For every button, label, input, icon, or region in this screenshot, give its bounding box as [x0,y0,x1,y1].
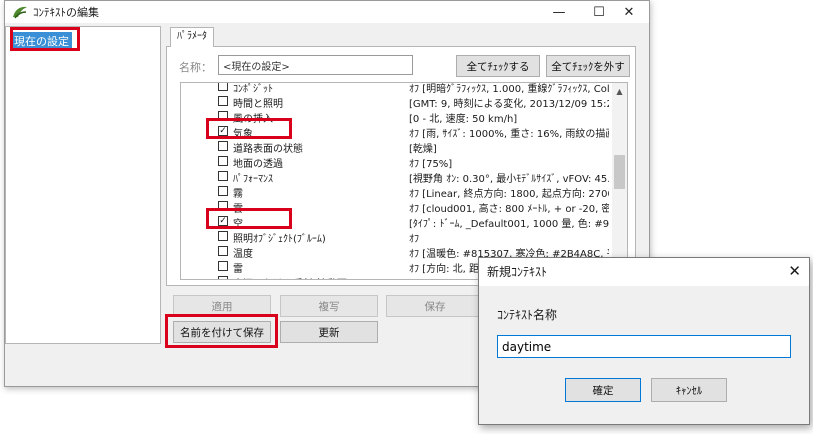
parameter-checkbox[interactable] [218,156,228,166]
window-titlebar: ｺﾝﾃｷｽﾄの編集 — ☐ ✕ [5,1,649,23]
highlight-sky [206,208,292,229]
parameter-value: [視野角 ｵﾝ: 0.30°, 最小ﾓﾃﾞﾙｻｲｽﾞ, vFOV: 45... [409,174,609,185]
parameter-checkbox[interactable] [218,261,228,271]
tab-parameters[interactable]: ﾊﾟﾗﾒｰﾀ [170,27,214,47]
parameter-label: 雷 [233,264,243,275]
parameter-value: [GMT: 9, 時刻による変化, 2013/12/09 15:24:0... [409,99,609,110]
parameter-checkbox[interactable] [218,171,228,181]
parameter-label: 水深における反射(波動面) [233,275,351,279]
parameter-label: 温度 [233,249,253,260]
parameter-row[interactable]: 霧 ｵﾌ [Linear, 終点方向: 1800, 起点方向: 2700, ... [181,184,613,200]
parameter-row[interactable]: ﾊﾟﾌｫｰﾏﾝｽ [視野角 ｵﾝ: 0.30°, 最小ﾓﾃﾞﾙｻｲｽﾞ, vFOV… [181,169,613,185]
uncheck-all-button[interactable]: 全てﾁｪｯｸを外す [546,55,630,77]
scroll-up-icon[interactable]: ▲ [612,87,627,96]
copy-button[interactable]: 複写 [280,295,378,317]
cancel-button[interactable]: ｷｬﾝｾﾙ [651,378,727,402]
parameter-value: ｵﾌ [75%] [409,159,453,170]
app-icon [13,6,27,19]
parameter-row[interactable]: 道路表面の状態 [乾燥] [181,139,613,155]
parameter-row[interactable]: ｺﾝﾎﾟｼﾞｯﾄ ｵﾌ [明暗ｸﾞﾗﾌｨｯｸｽ, 1.000, 重線ｸﾞﾗﾌｨｯｸ… [181,83,613,95]
highlight-current-setting [10,27,80,51]
update-button[interactable]: 更新 [280,321,378,343]
parameter-checkbox[interactable] [218,96,228,106]
parameter-value: [ﾀｲﾌﾟ: ﾄﾞｰﾑ, _Default001, 1000 量, 色: #9F… [409,219,609,230]
parameter-checkbox[interactable] [218,83,228,91]
parameter-value: ｵﾌ [409,234,419,245]
name-input[interactable] [218,55,413,75]
parameter-value: ｵﾌ [cloud001, 高さ: 800 ﾒｰﾄﾙ, + or -20, 密.… [409,204,609,215]
context-list[interactable]: 現在の設定 [5,26,161,344]
parameter-value: ｵﾌ [Linear, 終点方向: 1800, 起点方向: 2700, ... [409,189,609,200]
name-label: 名称： [179,61,212,74]
parameter-checkbox[interactable] [218,276,228,279]
ok-button[interactable]: 確定 [565,378,641,402]
check-all-button[interactable]: 全てﾁｪｯｸする [456,55,540,77]
scroll-thumb[interactable] [614,155,625,189]
parameter-label: 道路表面の状態 [233,144,303,155]
parameter-checkbox[interactable] [218,141,228,151]
parameter-label: 地面の透過 [233,159,283,170]
parameter-value: [0 - 北, 速度: 50 km/h] [409,114,518,125]
parameter-row[interactable]: 時間と照明 [GMT: 9, 時刻による変化, 2013/12/09 15:24:… [181,94,613,110]
parameter-checkbox[interactable] [218,246,228,256]
parameter-value: ｵﾌ [雨, ｻｲｽﾞ: 1000%, 重さ: 16%, 雨紋の描画, ... [409,129,609,140]
window-title: ｺﾝﾃｷｽﾄの編集 [33,6,99,19]
parameter-label: 時間と照明 [233,99,283,110]
dialog-title: 新規ｺﾝﾃｷｽﾄ [479,258,809,286]
parameter-label: 霧 [233,189,243,200]
save-button[interactable]: 保存 [386,295,484,317]
highlight-weather [206,118,292,139]
minimize-icon[interactable]: — [539,1,579,23]
parameter-value: [乾燥] [409,144,437,155]
highlight-save-as [165,314,278,348]
parameter-checkbox[interactable] [218,231,228,241]
parameter-list[interactable]: ｺﾝﾎﾟｼﾞｯﾄ ｵﾌ [明暗ｸﾞﾗﾌｨｯｸｽ, 1.000, 重線ｸﾞﾗﾌｨｯｸ… [180,82,628,280]
parameter-label: 照明ｵﾌﾞｼﾞｪｸﾄ(ﾌﾞﾙｰﾑ) [233,234,326,245]
context-name-label: ｺﾝﾃｷｽﾄ名称 [497,308,558,322]
close-icon[interactable]: ✕ [609,1,649,23]
context-name-input[interactable] [497,335,791,358]
parameter-row[interactable]: 地面の透過 ｵﾌ [75%] [181,154,613,170]
parameter-label: ﾊﾟﾌｫｰﾏﾝｽ [233,174,273,185]
parameter-checkbox[interactable] [218,186,228,196]
parameter-row[interactable]: 照明ｵﾌﾞｼﾞｪｸﾄ(ﾌﾞﾙｰﾑ) ｵﾌ [181,229,613,245]
dialog-close-icon[interactable]: ✕ [788,262,801,280]
new-context-dialog: 新規ｺﾝﾃｷｽﾄ ✕ ｺﾝﾃｷｽﾄ名称 確定 ｷｬﾝｾﾙ [478,257,810,425]
parameter-list-scrollbar[interactable]: ▲ [612,83,627,279]
